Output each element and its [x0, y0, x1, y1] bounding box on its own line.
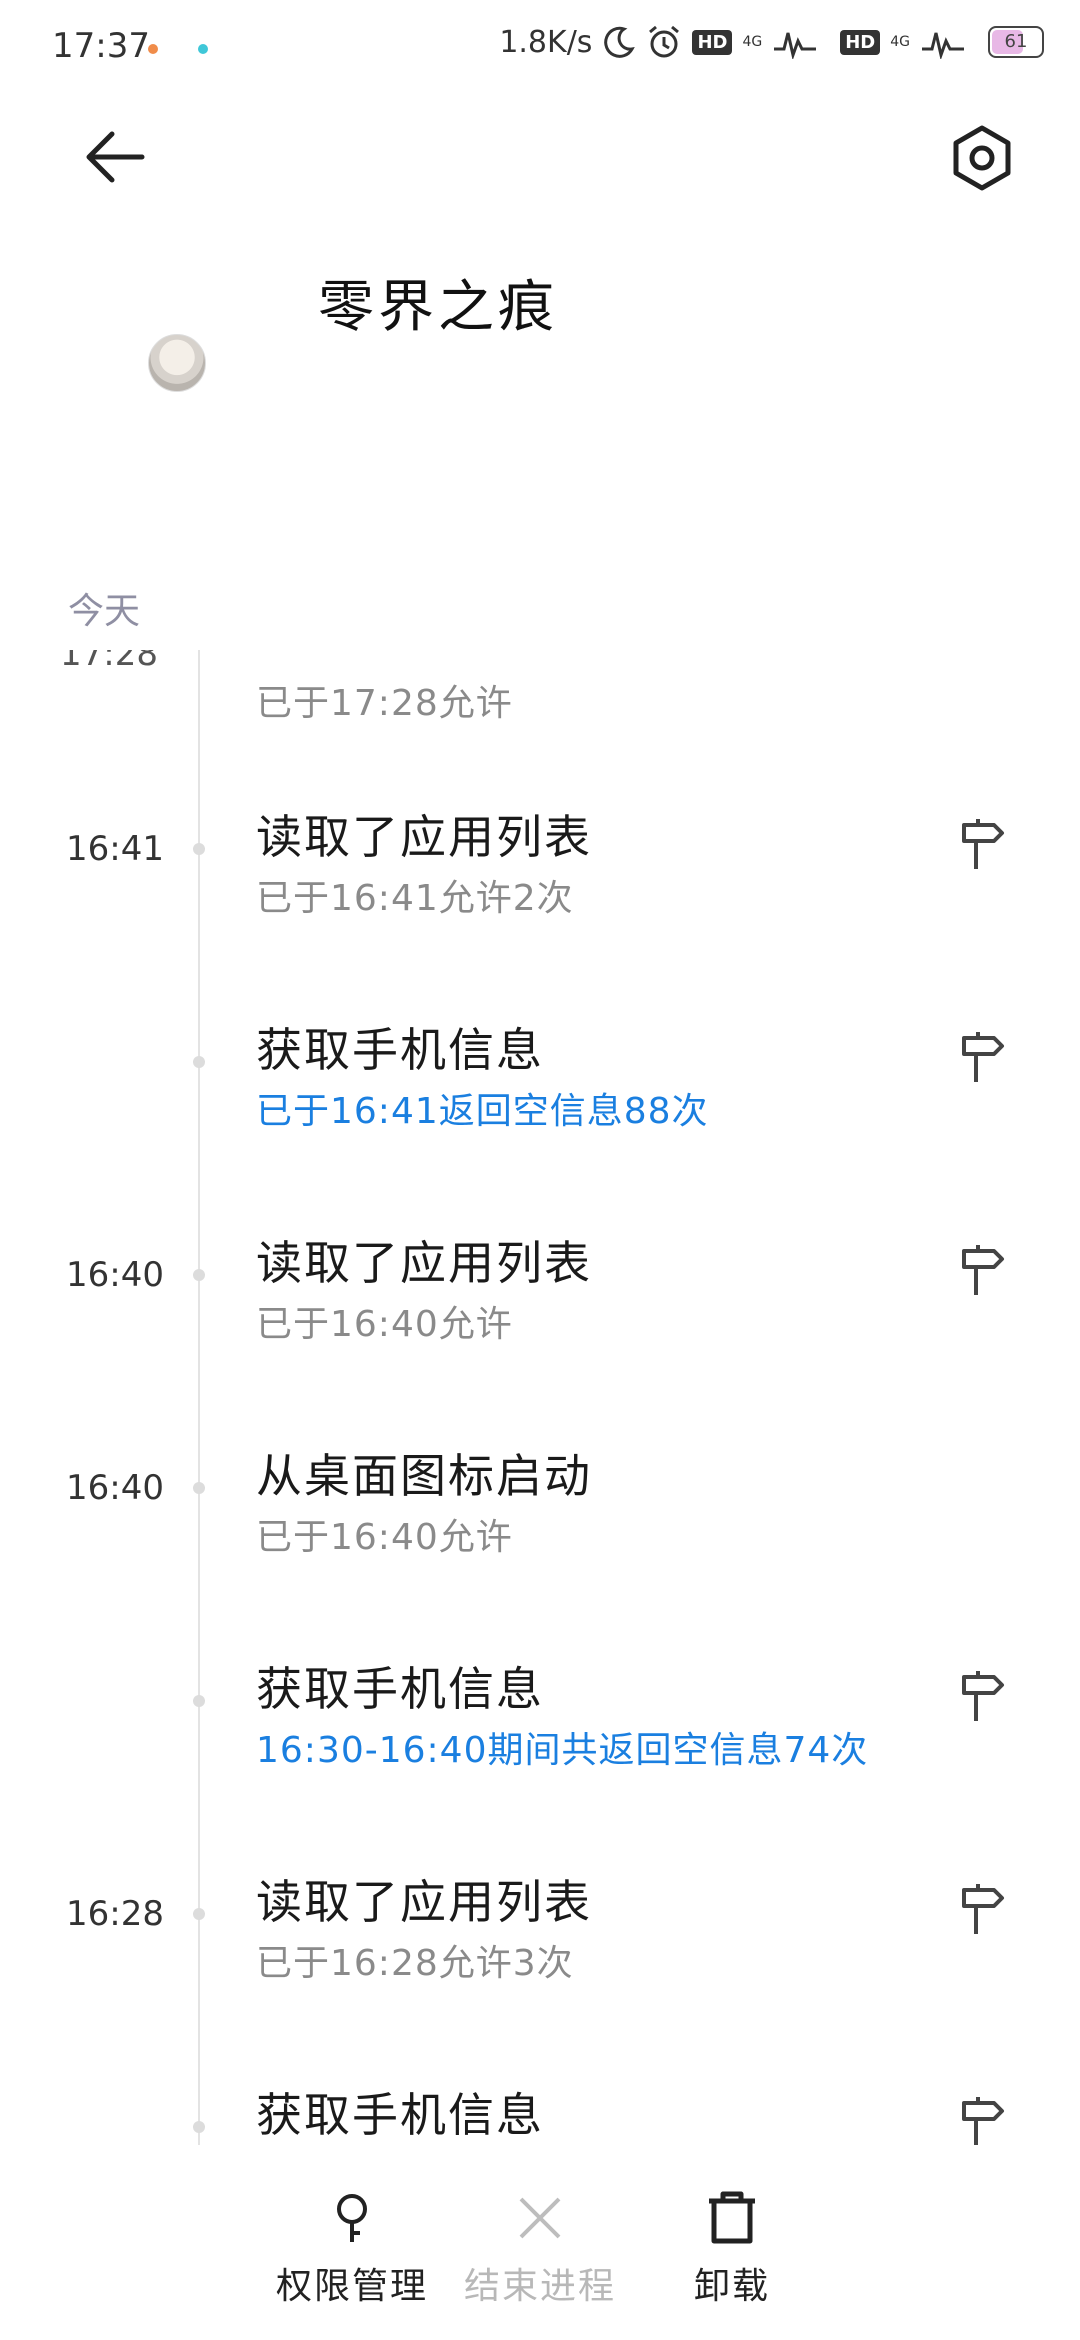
timeline-entry[interactable]: 16:40 读取了应用列表已于16:40允许 [0, 1221, 1080, 1421]
close-icon [519, 2197, 561, 2239]
timeline-entry-subtitle: 已于16:40允许 [256, 1304, 513, 1345]
timeline-time: 16:41 [66, 829, 164, 869]
battery-icon: 61 [988, 26, 1044, 58]
net-speed: 1.8K/s [499, 24, 593, 60]
signal-icon [774, 32, 817, 59]
signpost-icon[interactable] [958, 2093, 1006, 2145]
permissions-button[interactable]: 权限管理 [262, 2189, 442, 2309]
end-process-button[interactable]: 结束进程 [450, 2189, 630, 2309]
section-label-today: 今天 [68, 591, 141, 632]
uninstall-label: 卸载 [693, 2266, 770, 2307]
timeline-entry[interactable]: 16:41 读取了应用列表已于16:41允许2次 [0, 795, 1080, 995]
settings-button[interactable] [946, 122, 1018, 194]
timeline-entry-title: 从桌面图标启动 [256, 1449, 592, 1503]
timeline-entry-subtitle: 16:30-16:40期间共返回空信息74次 [256, 1730, 869, 1771]
timeline-time: 17:28 [60, 650, 158, 674]
hexagon-settings-icon [953, 125, 1011, 191]
permissions-label: 权限管理 [275, 2266, 428, 2307]
network-type: 4G [890, 34, 910, 50]
timeline-time: 16:40 [66, 1468, 164, 1508]
timeline-entry-title: 获取手机信息 [256, 2088, 544, 2142]
signal-icon [922, 32, 964, 59]
timeline-entry-title: 读取了应用列表 [256, 1236, 592, 1290]
moon-icon [604, 26, 636, 58]
trash-icon [709, 2191, 755, 2244]
timeline-entry-subtitle: 已于17:28允许 [256, 683, 513, 724]
timeline-entry[interactable]: 获取手机信息已于16:41返回空信息88次 [0, 1008, 1080, 1208]
hd-badge: HD [692, 29, 733, 55]
timeline-entry[interactable]: 16:28 读取了应用列表已于16:28允许3次 [0, 1860, 1080, 2060]
timeline-entry-subtitle: 已于16:40允许 [256, 1517, 513, 1558]
end-process-label: 结束进程 [463, 2266, 616, 2307]
timeline-entry-subtitle: 已于16:41返回空信息88次 [256, 1091, 709, 1132]
timeline-dot [193, 1482, 205, 1494]
back-button[interactable] [80, 122, 150, 192]
activity-timeline[interactable]: 17:28 已于17:28允许 16:41 读取了应用列表 已于16:41允许2次获… [0, 650, 1080, 2145]
key-icon [337, 2194, 367, 2242]
timeline-dot [193, 1056, 205, 1068]
timeline-entry[interactable]: 获取手机信息 16:30-16:40期间共返回空信息74次 [0, 1647, 1080, 1847]
signpost-icon[interactable] [958, 1880, 1006, 1936]
timeline-time: 16:40 [66, 1255, 164, 1295]
app-title: 零界之痕 [318, 275, 558, 340]
timeline-dot [193, 1269, 205, 1281]
uninstall-button[interactable]: 卸载 [642, 2189, 822, 2309]
signpost-icon[interactable] [958, 1241, 1006, 1297]
timeline-entry-title: 获取手机信息 [256, 1662, 544, 1716]
timeline-dot [193, 1908, 205, 1920]
network-type: 4G [742, 34, 763, 50]
alarm-icon [649, 25, 680, 58]
status-icons: 1.8K/s HD 4G HD 4G 61 [499, 24, 1044, 60]
timeline-entry-title: 获取手机信息 [256, 1023, 544, 1077]
timeline-entry[interactable]: 16:40 从桌面图标启动已于16:40允许 [0, 1434, 1080, 1634]
timeline-entry-subtitle: 已于16:41允许2次 [256, 878, 574, 919]
timeline-entry-title: 读取了应用列表 [256, 1875, 592, 1929]
timeline-dot [193, 1695, 205, 1707]
timeline-entry-subtitle: 已于16:28允许3次 [256, 1943, 574, 1984]
notification-dot-icon [198, 44, 208, 54]
signpost-icon[interactable] [958, 1667, 1006, 1723]
bottom-action-bar: 权限管理 结束进程 卸载 [0, 2145, 1080, 2340]
arrow-left-icon [86, 131, 145, 183]
signpost-icon[interactable] [958, 1028, 1006, 1084]
hd-badge: HD [840, 29, 881, 55]
timeline-entry[interactable]: 获取手机信息 [0, 2073, 1080, 2145]
status-bar: 17:37 1.8K/s HD 4G HD 4G 61 [0, 0, 1080, 100]
notification-dot-icon [148, 44, 158, 54]
app-icon [148, 334, 206, 392]
signpost-icon[interactable] [958, 815, 1006, 871]
status-time: 17:37 [52, 26, 150, 66]
timeline-dot [193, 2121, 205, 2133]
timeline-time: 16:28 [66, 1894, 164, 1934]
timeline-dot [193, 843, 205, 855]
timeline-entry-title: 读取了应用列表 [256, 810, 592, 864]
